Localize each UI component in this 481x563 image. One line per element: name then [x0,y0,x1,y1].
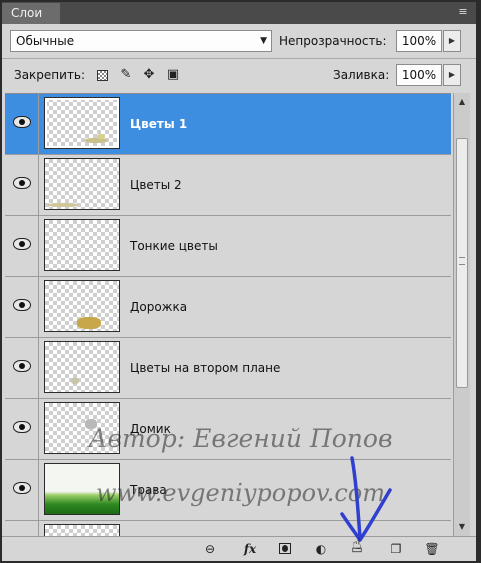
layer-name: Цветы 1 [130,117,188,131]
layers-scrollbar[interactable]: ▲ ▼ [453,93,470,536]
layer-thumbnail [44,341,120,393]
layer-row[interactable]: Тонкие цветы [5,216,451,277]
layer-name: Цветы 2 [130,178,182,192]
lock-row: Закрепить: ✎ ✥ ▣ Заливка: 100% ▶ [2,60,476,90]
adjustment-layer-icon[interactable]: ◐ [310,541,332,557]
visibility-toggle[interactable] [5,94,39,154]
opacity-slider-button[interactable]: ▶ [443,30,461,52]
lock-brush-icon[interactable]: ✎ [119,68,133,82]
eye-icon [13,360,31,372]
layer-name: Тонкие цветы [130,239,218,253]
layer-thumbnail [44,97,120,149]
layer-thumbnail [44,158,120,210]
layer-name: Дорожка [130,300,188,314]
opacity-input[interactable]: 100% [396,30,442,52]
fill-slider-button[interactable]: ▶ [443,64,461,86]
scroll-down-icon[interactable]: ▼ [454,520,470,534]
visibility-toggle[interactable] [5,338,39,398]
chevron-down-icon: ▼ [260,36,267,46]
watermark-author: Автор: Евгений Попов [88,424,393,453]
opacity-label: Непрозрачность: [279,34,387,48]
delete-icon[interactable]: 🗑 [421,541,443,557]
layer-row[interactable]: Дорожка [5,277,451,338]
layer-mask-icon[interactable] [274,541,296,557]
divider [2,58,476,59]
blend-row: Обычные ▼ Непрозрачность: 100% ▶ [2,26,476,56]
layer-row[interactable]: Цветы на втором плане [5,338,451,399]
fill-input[interactable]: 100% [396,64,442,86]
scrollbar-thumb[interactable] [456,138,468,388]
layer-row[interactable]: Цветы 2 [5,155,451,216]
grip-icon [459,257,465,265]
lock-label: Закрепить: [14,68,86,82]
layer-thumbnail [44,280,120,332]
fill-label: Заливка: [333,68,390,82]
eye-icon [13,238,31,250]
lock-all-icon[interactable]: ▣ [166,68,180,82]
tab-layers[interactable]: Слои [2,3,60,24]
panel-menu-icon[interactable]: ≡ [456,6,470,18]
blend-mode-select[interactable]: Обычные ▼ [10,30,272,52]
eye-icon [13,177,31,189]
layer-thumbnail [44,219,120,271]
visibility-toggle[interactable] [5,521,39,537]
hand-cursor-icon: ☝ [352,534,362,553]
eye-icon [13,116,31,128]
annotation-arrow [340,456,392,542]
lock-transparent-icon[interactable] [97,70,108,81]
visibility-toggle[interactable] [5,277,39,337]
link-layers-icon[interactable]: ⊖ [199,541,221,557]
visibility-toggle[interactable] [5,155,39,215]
fx-icon[interactable]: fx [239,541,261,557]
eye-icon [13,299,31,311]
visibility-toggle[interactable] [5,216,39,276]
layer-row[interactable]: Цветы 1 [5,94,451,155]
layer-name: Цветы на втором плане [130,361,281,375]
lock-move-icon[interactable]: ✥ [142,68,156,82]
panel-tab-bar: Слои ≡ [2,2,476,24]
scroll-up-icon[interactable]: ▲ [454,95,470,109]
blend-mode-value: Обычные [16,34,75,48]
